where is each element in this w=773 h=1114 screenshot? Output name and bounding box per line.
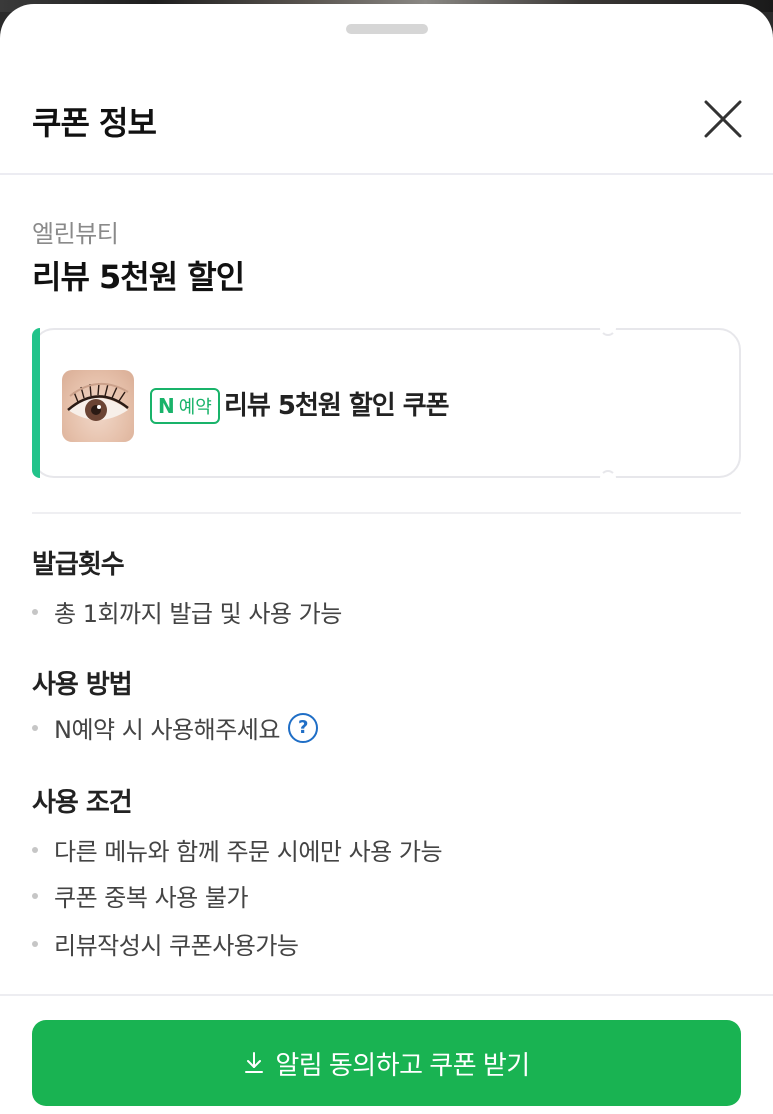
condition-text: 다른 메뉴와 함께 주문 시에만 사용 가능 [54, 838, 443, 866]
usage-method-heading: 사용 방법 [32, 670, 133, 700]
get-coupon-button[interactable]: 알림 동의하고 쿠폰 받기 [32, 1020, 741, 1106]
section-divider [32, 512, 741, 514]
bullet-dot [32, 846, 38, 853]
coupon-info-sheet: 쿠폰 정보 엘린뷰티 리뷰 5천원 할인 N 예약 리뷰 5천원 할인 쿠폰 발… [0, 4, 773, 1114]
store-name: 엘린뷰티 [32, 220, 119, 248]
bullet-dot [32, 724, 38, 731]
coupon-thumbnail [62, 370, 134, 442]
condition-text: 쿠폰 중복 사용 불가 [54, 884, 249, 912]
usage-conditions-heading: 사용 조건 [32, 788, 133, 818]
sheet-header: 쿠폰 정보 [0, 64, 773, 174]
badge-label: 예약 [178, 397, 212, 418]
list-item: 쿠폰 중복 사용 불가 [32, 878, 249, 913]
badge-n-letter: N [158, 394, 175, 418]
close-button[interactable] [700, 96, 746, 142]
coupon-name: 리뷰 5천원 할인 쿠폰 [224, 391, 450, 421]
sheet-title: 쿠폰 정보 [32, 104, 157, 142]
bullet-dot [32, 892, 38, 899]
help-icon[interactable]: ? [287, 712, 318, 743]
drag-handle[interactable] [346, 24, 428, 34]
coupon-title: 리뷰 5천원 할인 [32, 258, 245, 296]
issue-count-heading: 발급횟수 [32, 550, 125, 580]
header-divider [0, 173, 773, 175]
list-item: 다른 메뉴와 함께 주문 시에만 사용 가능 [32, 832, 443, 867]
eye-image [67, 382, 129, 421]
list-item: 총 1회까지 발급 및 사용 가능 [32, 594, 342, 629]
list-item: N예약 시 사용해주세요 ? [32, 710, 318, 745]
bullet-dot [32, 940, 38, 947]
usage-method-text: N예약 시 사용해주세요 [54, 716, 280, 744]
download-icon [243, 1051, 265, 1075]
ticket-notch-top [600, 320, 616, 336]
cta-label: 알림 동의하고 쿠폰 받기 [275, 1049, 530, 1080]
bullet-dot [32, 608, 38, 615]
list-item: 리뷰작성시 쿠폰사용가능 [32, 926, 299, 961]
condition-text: 리뷰작성시 쿠폰사용가능 [54, 932, 299, 960]
n-reservation-badge: N 예약 [150, 388, 220, 424]
footer-divider [0, 994, 773, 996]
ticket-notch-bottom [600, 470, 616, 486]
issue-count-text: 총 1회까지 발급 및 사용 가능 [54, 600, 342, 628]
close-icon [704, 100, 742, 138]
coupon-accent-bar [32, 328, 40, 478]
coupon-card: N 예약 리뷰 5천원 할인 쿠폰 [32, 320, 741, 486]
